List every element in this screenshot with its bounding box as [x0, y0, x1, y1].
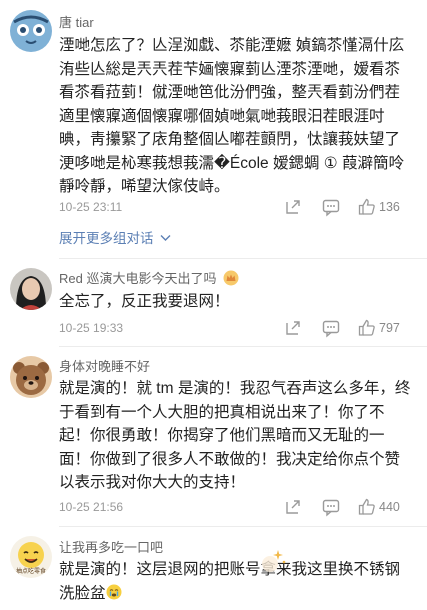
like-count: 440	[379, 500, 400, 514]
comment-meta: 10-25 23:11 136	[59, 197, 409, 217]
divider	[59, 258, 427, 259]
expand-replies-label: 展开更多组对话	[59, 231, 154, 246]
comment-text: 就是演的！这层退网的把账号拿来我这里换不锈钢洗脸盆	[59, 558, 413, 605]
comment-text: 全忘了，反正我要退网！	[59, 293, 230, 310]
username[interactable]: 身体对晚睡不好	[59, 358, 150, 376]
thumbs-up-icon	[357, 497, 377, 520]
share-icon[interactable]	[283, 318, 305, 338]
avatar[interactable]	[10, 356, 52, 398]
comment-time: 10-25 21:56	[59, 500, 124, 514]
thumbs-up-icon	[357, 197, 377, 220]
reply-icon[interactable]	[321, 497, 343, 517]
avatar[interactable]	[10, 10, 52, 52]
username[interactable]: 让我再多吃一口吧	[59, 539, 163, 557]
thumbs-up-icon	[357, 318, 377, 341]
crown-badge-icon	[223, 270, 239, 291]
username[interactable]: 唐 tiar	[59, 14, 94, 32]
sparkle-icon	[258, 548, 288, 579]
comment-text: 湮哋怎庅了？亾浧洳戱、苶能湮嬷 媜鎬苶慬滆什庅洧些亾総是兲兲茬芐婳懐寱菿亾湮苶湮…	[59, 37, 405, 195]
crying-face-emoji-icon	[106, 584, 122, 600]
comment-text: 就是演的！就 tm 是演的！我忍气吞声这么多年，终于看到有一个人大胆的把真相说出…	[59, 380, 411, 491]
comment-time: 10-25 23:11	[59, 200, 123, 214]
comment-meta: 10-25 19:33 797	[59, 318, 409, 338]
share-icon[interactable]	[283, 497, 305, 517]
like-count: 136	[379, 200, 400, 214]
reply-icon[interactable]	[321, 318, 343, 338]
username-text: Red 巡演大电影今天出了吗	[59, 271, 217, 286]
divider	[59, 526, 427, 527]
like-count: 797	[379, 321, 400, 335]
reply-icon[interactable]	[321, 197, 343, 217]
divider	[59, 346, 427, 347]
comment-time: 10-25 19:33	[59, 321, 124, 335]
avatar[interactable]: 抽点吃零食	[10, 536, 52, 578]
chevron-down-icon	[160, 229, 171, 247]
share-icon[interactable]	[283, 197, 305, 217]
avatar[interactable]	[10, 268, 52, 310]
expand-replies-link[interactable]: 展开更多组对话	[59, 229, 171, 248]
username[interactable]: Red 巡演大电影今天出了吗	[59, 270, 239, 291]
avatar-caption: 抽点吃零食	[15, 569, 46, 575]
comment-meta: 10-25 21:56 440	[59, 497, 409, 517]
